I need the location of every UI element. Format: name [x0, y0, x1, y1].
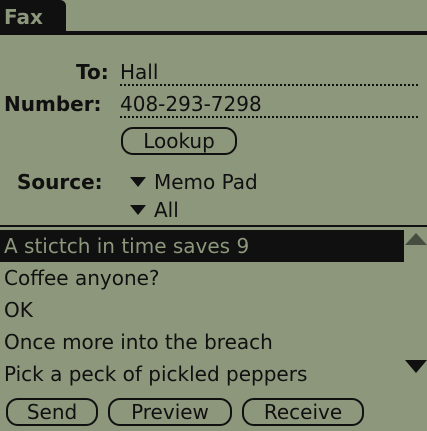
- source-category-trigger[interactable]: All: [130, 198, 179, 222]
- to-field[interactable]: Hall: [120, 60, 418, 86]
- send-button[interactable]: Send: [6, 398, 98, 426]
- memo-list: A stictch in time saves 9 Coffee anyone?…: [0, 230, 404, 390]
- list-item[interactable]: Coffee anyone?: [0, 262, 404, 294]
- scroll-down-arrow-icon[interactable]: [405, 360, 427, 373]
- scroll-up-arrow-icon[interactable]: [405, 233, 427, 245]
- list-divider: [0, 225, 427, 227]
- list-item[interactable]: A stictch in time saves 9: [0, 230, 404, 262]
- number-label: Number:: [4, 92, 102, 116]
- to-label: To:: [76, 60, 109, 84]
- source-label: Source:: [17, 170, 103, 194]
- number-field[interactable]: 408-293-7298: [120, 92, 418, 118]
- triangle-down-icon: [130, 177, 146, 187]
- preview-button[interactable]: Preview: [108, 398, 232, 426]
- source-app-value: Memo Pad: [154, 170, 258, 194]
- receive-button[interactable]: Receive: [242, 398, 364, 426]
- lookup-button[interactable]: Lookup: [121, 127, 237, 155]
- title-divider: [0, 31, 427, 35]
- fax-screen: Fax To: Hall Number: 408-293-7298 Lookup…: [0, 0, 427, 431]
- list-item[interactable]: Once more into the breach: [0, 326, 404, 358]
- app-title: Fax: [0, 0, 66, 34]
- source-app-trigger[interactable]: Memo Pad: [130, 170, 258, 194]
- triangle-down-icon: [130, 205, 146, 215]
- source-category-value: All: [154, 198, 179, 222]
- list-item[interactable]: Pick a peck of pickled peppers: [0, 358, 404, 390]
- list-item[interactable]: OK: [0, 294, 404, 326]
